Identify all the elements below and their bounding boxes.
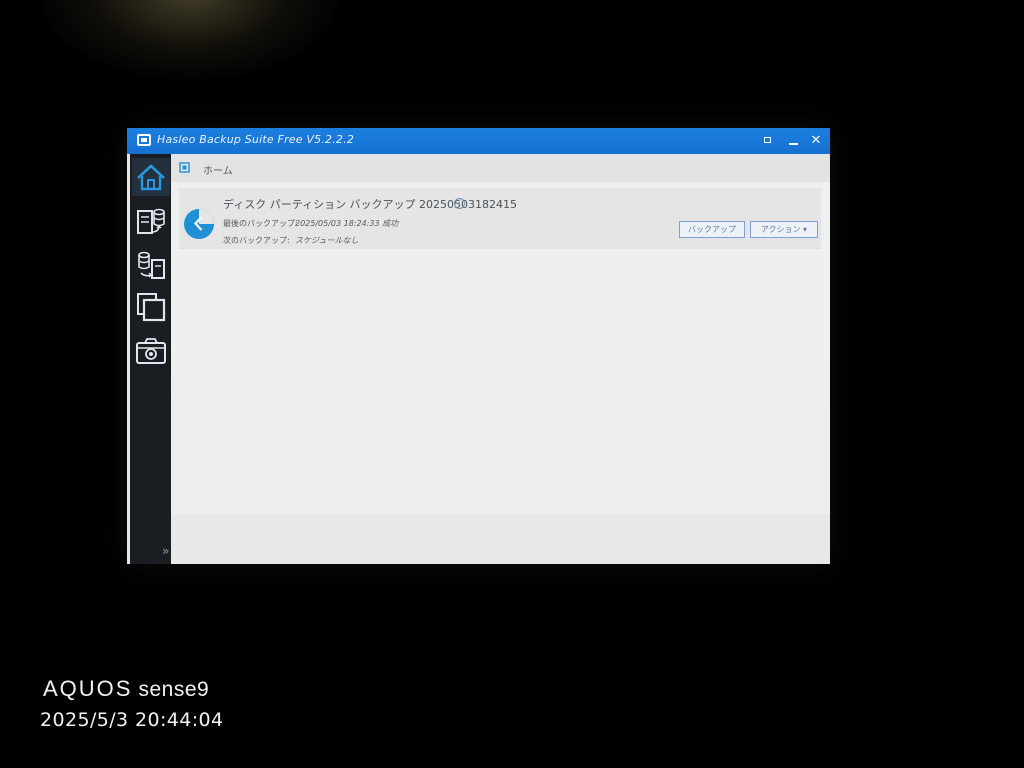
camera-watermark-brand: AQUOS sense9 xyxy=(43,676,209,702)
backup-task-card[interactable]: ディスク パーティション バックアップ 20250503182415 i 最後の… xyxy=(179,188,821,249)
backup-icon xyxy=(137,208,165,234)
action-dropdown-button[interactable]: アクション ▾ xyxy=(750,221,818,238)
app-window: Hasleo Backup Suite Free V5.2.2.2 ✕ » ホー… xyxy=(127,128,830,564)
camera-watermark-datetime: 2025/5/3 20:44:04 xyxy=(40,709,224,731)
sidebar-item-tools[interactable] xyxy=(132,332,170,370)
next-backup-label: 次のバックアップ: xyxy=(223,236,290,245)
info-icon[interactable]: i xyxy=(454,198,465,209)
window-title: Hasleo Backup Suite Free V5.2.2.2 xyxy=(157,133,355,146)
clone-icon xyxy=(137,293,166,322)
brand-name: AQUOS xyxy=(43,676,133,701)
sidebar-item-restore[interactable] xyxy=(132,246,170,284)
restore-icon xyxy=(138,251,165,279)
breadcrumb: ホーム xyxy=(171,154,830,182)
minimize-button[interactable] xyxy=(785,132,803,150)
sidebar-item-home[interactable] xyxy=(132,158,170,196)
main-panel: ディスク パーティション バックアップ 20250503182415 i 最後の… xyxy=(171,182,830,514)
last-backup-label: 最後のバックアップ: xyxy=(223,219,298,228)
restore-window-button[interactable] xyxy=(759,132,777,150)
home-small-icon xyxy=(179,162,190,173)
minimize-icon xyxy=(789,143,798,145)
sidebar-item-backup[interactable] xyxy=(132,202,170,240)
app-logo-icon xyxy=(137,134,151,146)
ambient-light-glow xyxy=(40,0,340,80)
disk-partition-backup-icon xyxy=(184,209,214,239)
model-name: sense9 xyxy=(138,678,210,701)
backup-task-title: ディスク パーティション バックアップ 20250503182415 xyxy=(223,198,518,211)
sidebar-item-clone[interactable] xyxy=(132,288,170,326)
next-backup-value: スケジュールなし xyxy=(295,236,359,245)
next-backup-row: 次のバックアップ: スケジュールなし xyxy=(223,235,358,246)
home-icon xyxy=(137,164,165,191)
title-bar[interactable]: Hasleo Backup Suite Free V5.2.2.2 ✕ xyxy=(127,128,830,154)
content-area: ホーム ディスク パーティション バックアップ 20250503182415 i… xyxy=(171,154,830,564)
sidebar: » xyxy=(130,154,171,564)
expand-sidebar-button[interactable]: » xyxy=(162,544,169,558)
breadcrumb-home[interactable]: ホーム xyxy=(203,162,233,177)
restore-icon xyxy=(764,137,771,143)
last-backup-value: 2025/05/03 18:24:33 成功 xyxy=(295,219,399,228)
close-button[interactable]: ✕ xyxy=(807,132,825,150)
backup-button[interactable]: バックアップ xyxy=(679,221,745,238)
last-backup-row: 最後のバックアップ: 2025/05/03 18:24:33 成功 xyxy=(223,218,398,229)
status-strip xyxy=(171,514,830,564)
camera-icon xyxy=(136,338,166,364)
